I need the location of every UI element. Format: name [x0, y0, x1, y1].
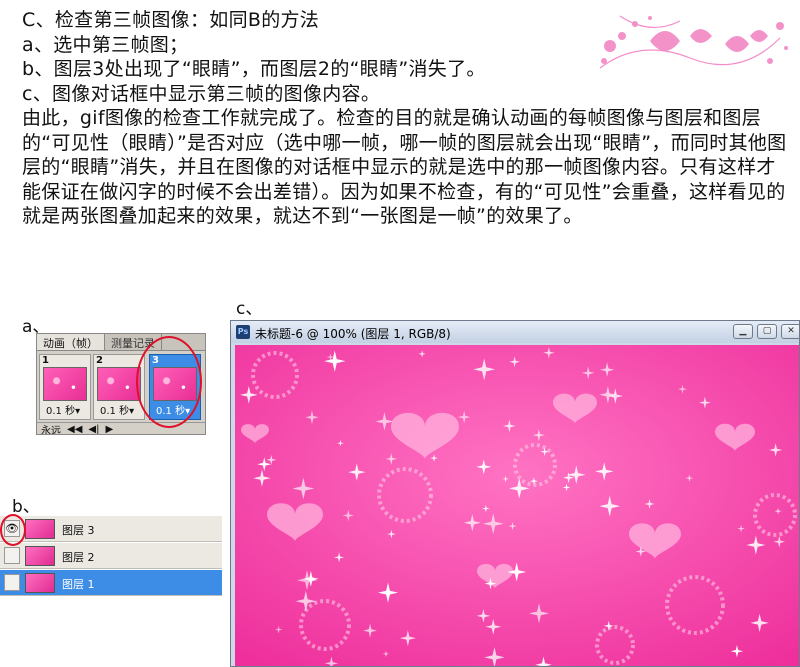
window-title: 未标题-6 @ 100% (图层 1, RGB/8)	[255, 327, 451, 341]
photoshop-icon: Ps	[236, 325, 250, 339]
layer-name: 图层 3	[62, 524, 95, 537]
frame-thumbnail	[43, 367, 87, 401]
step-c: c、图像对话框中显示第三帧的图像内容。	[22, 82, 381, 105]
frame-3-highlight	[136, 336, 202, 428]
close-button[interactable]: ✕	[781, 324, 799, 339]
visibility-toggle[interactable]	[4, 547, 20, 564]
layers-panel: 👁 图层 3 图层 2 图层 1	[0, 516, 222, 602]
frame-number: 1	[42, 355, 49, 366]
layer-name: 图层 2	[62, 551, 95, 564]
window-titlebar[interactable]: Ps 未标题-6 @ 100% (图层 1, RGB/8) ▁ ▢ ✕	[231, 321, 799, 343]
first-frame-icon[interactable]: ◀◀	[67, 424, 82, 434]
layer-thumbnail	[25, 546, 55, 566]
layer-row-1[interactable]: 图层 1	[0, 570, 222, 596]
visibility-toggle[interactable]	[4, 574, 20, 591]
image-canvas[interactable]	[235, 345, 800, 667]
frame-delay[interactable]: 0.1 秒▾	[46, 402, 80, 417]
play-icon[interactable]: ▶	[105, 424, 113, 434]
layer-thumbnail	[25, 573, 55, 593]
layer-row-2[interactable]: 图层 2	[0, 543, 222, 569]
floral-logo	[599, 15, 788, 69]
layer-name: 图层 1	[62, 578, 95, 591]
label-b: b、	[12, 497, 40, 517]
maximize-button[interactable]: ▢	[757, 324, 777, 339]
frame-number: 2	[96, 355, 103, 366]
tab-animation-frames[interactable]: 动画（帧）	[37, 334, 105, 350]
frame-1[interactable]: 1 0.1 秒▾	[39, 354, 91, 420]
label-c: c、	[236, 299, 263, 319]
prev-frame-icon[interactable]: ◀|	[88, 424, 99, 434]
image-window: Ps 未标题-6 @ 100% (图层 1, RGB/8) ▁ ▢ ✕	[230, 320, 800, 667]
minimize-button[interactable]: ▁	[733, 324, 753, 339]
loop-select[interactable]: 永远	[41, 422, 61, 434]
eye-highlight	[0, 514, 26, 546]
frame-delay[interactable]: 0.1 秒▾	[100, 402, 134, 417]
summary-paragraph: 由此，gif图像的检查工作就完成了。检查的目的就是确认动画的每帧图像与图层和图层…	[22, 107, 787, 227]
layer-row-3[interactable]: 👁 图层 3	[0, 516, 222, 542]
layer-thumbnail	[25, 519, 55, 539]
frame-thumbnail	[97, 367, 141, 401]
